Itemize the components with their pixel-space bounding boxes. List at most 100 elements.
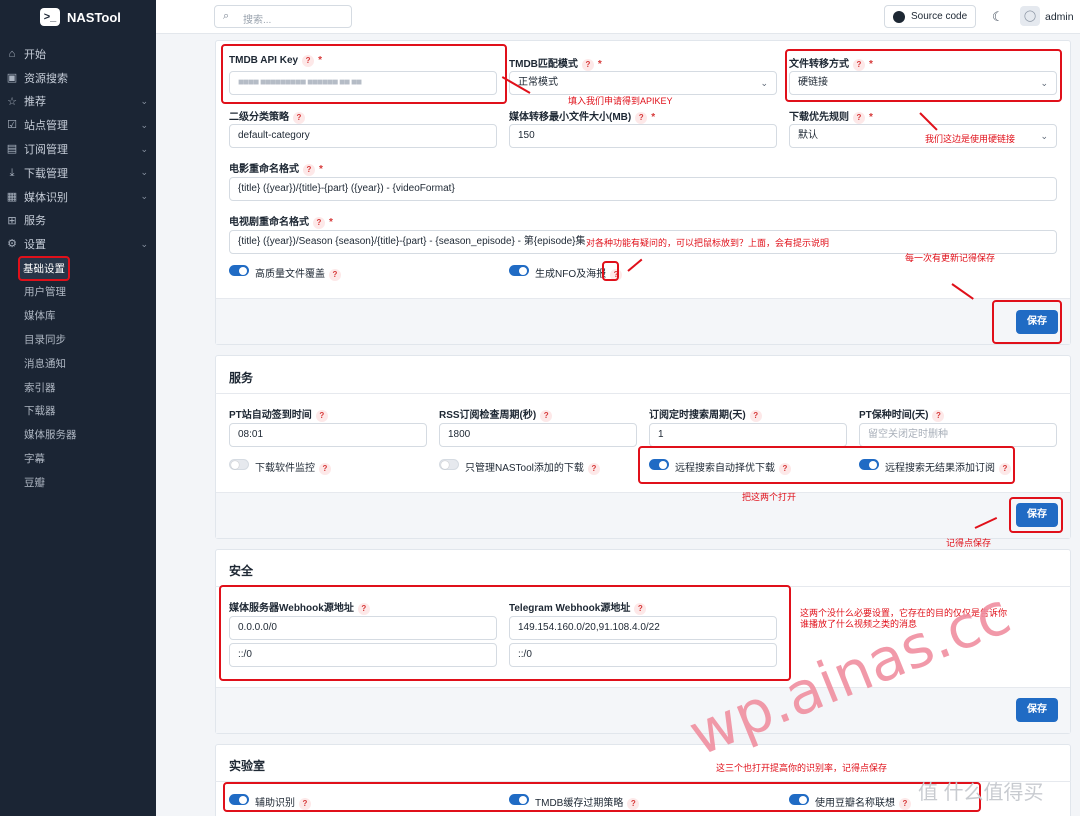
search-input[interactable]: ⌕ 搜索...: [214, 5, 352, 28]
help-icon: ?: [635, 112, 648, 124]
dl-monitor-toggle[interactable]: [229, 459, 249, 470]
source-code-button[interactable]: Source code: [884, 5, 976, 28]
sidebar-item-6[interactable]: ▦ 媒体识别 ⌄: [0, 185, 156, 209]
logo-icon: >_: [40, 8, 60, 26]
movie-rename-label: 电影重命名格式? *: [229, 164, 323, 176]
app-name: NASTool: [67, 9, 121, 25]
sidebar-item-label: 推荐: [24, 96, 46, 109]
annotation-note: 每一次有更新记得保存: [905, 253, 996, 263]
help-icon: ?: [749, 410, 762, 422]
sidebar-item-7[interactable]: ⊞ 服务: [0, 209, 156, 233]
search-placeholder: 搜索...: [243, 15, 272, 26]
service-footer: [216, 492, 1070, 538]
sidebar-subitem-label: 媒体库: [24, 310, 56, 323]
hq-overwrite-label: 高质量文件覆盖?: [255, 265, 341, 281]
film-icon: ▦: [6, 190, 18, 203]
sidebar-subitem-4[interactable]: 消息通知: [0, 351, 156, 375]
save-button[interactable]: 保存: [1016, 698, 1058, 722]
sidebar-subitem-6[interactable]: 下载器: [0, 399, 156, 423]
dl-monitor-label: 下载软件监控?: [255, 459, 331, 475]
sidebar-item-5[interactable]: ⤓ 下载管理 ⌄: [0, 161, 156, 185]
topbar: ⌕ 搜索... Source code ☾ ◯ admin: [156, 0, 1080, 34]
sidebar-subitem-label: 下载器: [24, 405, 56, 418]
sidebar-item-8[interactable]: ⚙ 设置 ⌄: [0, 232, 156, 256]
help-icon: ?: [319, 463, 331, 475]
avatar[interactable]: ◯: [1020, 6, 1040, 26]
sidebar-subitem-3[interactable]: 目录同步: [0, 328, 156, 352]
help-icon: ?: [293, 112, 305, 124]
sidebar-item-label: 媒体识别: [24, 191, 68, 204]
search-icon: ⌕: [223, 10, 230, 22]
min-size-label: 媒体转移最小文件大小(MB)? *: [509, 112, 656, 124]
annotation-box: [1009, 497, 1063, 533]
service-title: 服务: [229, 371, 254, 385]
min-size-input[interactable]: 150: [509, 124, 777, 148]
annotation-box: [638, 446, 1015, 484]
sidebar-subitem-label: 目录同步: [24, 333, 66, 346]
dl-priority-label: 下载优先规则? *: [789, 112, 873, 124]
sidebar-subitem-label: 基础设置: [18, 255, 70, 281]
category-input[interactable]: default-category: [229, 124, 497, 148]
sidebar-item-label: 设置: [24, 239, 46, 252]
sidebar-nav: ⌂ 开始 ▣ 资源搜索 ☆ 推荐 ⌄ ☑ 站点管理 ⌄ ▤ 订阅管理 ⌄ ⤓ 下载管理 ⌄ ▦ 媒体识别 ⌄ ⊞ 服务 ⚙…: [0, 42, 156, 494]
sidebar-item-1[interactable]: ▣ 资源搜索: [0, 66, 156, 90]
sub-search-label: 订阅定时搜索周期(天)?: [649, 406, 762, 422]
help-icon: ?: [587, 463, 600, 475]
security-footer: [216, 687, 1070, 733]
pt-sign-input[interactable]: 08:01: [229, 423, 427, 447]
chevron-down-icon: ⌄: [140, 95, 148, 106]
sidebar-item-label: 服务: [24, 215, 46, 228]
help-icon: ?: [329, 269, 341, 281]
help-icon: ?: [932, 410, 945, 422]
user-name[interactable]: admin: [1045, 11, 1074, 23]
sidebar-subitem-9[interactable]: 豆瓣: [0, 470, 156, 494]
sidebar-subitem-5[interactable]: 索引器: [0, 375, 156, 399]
sidebar-item-label: 资源搜索: [24, 72, 68, 85]
hq-overwrite-toggle[interactable]: [229, 265, 249, 276]
divider: [215, 393, 1071, 394]
sidebar-subitem-8[interactable]: 字幕: [0, 447, 156, 471]
pt-sign-label: PT站自动签到时间?: [229, 406, 328, 422]
dark-mode-icon[interactable]: ☾: [992, 9, 1004, 25]
rss-label: RSS订阅检查周期(秒)?: [439, 406, 553, 422]
sidebar-item-label: 开始: [24, 48, 46, 61]
help-icon: ?: [315, 410, 328, 422]
chevron-down-icon: ⌄: [1040, 131, 1048, 141]
sidebar-item-3[interactable]: ☑ 站点管理 ⌄: [0, 113, 156, 137]
sidebar-subitem-1[interactable]: 用户管理: [0, 280, 156, 304]
sidebar-subitem-2[interactable]: 媒体库: [0, 304, 156, 328]
basic-settings-footer: [216, 298, 1070, 344]
sidebar-item-4[interactable]: ▤ 订阅管理 ⌄: [0, 137, 156, 161]
pt-seed-input[interactable]: 留空关闭定时删种: [859, 423, 1057, 447]
gear-icon: ⚙: [7, 238, 17, 251]
chevron-down-icon: ⌄: [140, 191, 148, 202]
source-code-label: Source code: [911, 11, 968, 22]
sidebar-subitem-7[interactable]: 媒体服务器: [0, 423, 156, 447]
only-nastool-toggle[interactable]: [439, 459, 459, 470]
chevron-down-icon: ⌄: [140, 167, 148, 178]
help-icon: ?: [581, 59, 594, 71]
site-mark: 值 什么值得买: [918, 782, 1044, 804]
tmdb-mode-select[interactable]: 正常模式 ⌄: [509, 71, 777, 95]
sidebar: >_ NASTool ⌂ 开始 ▣ 资源搜索 ☆ 推荐 ⌄ ☑ 站点管理 ⌄ ▤ 订阅管理 ⌄ ⤓ 下载管理…: [0, 0, 156, 816]
sidebar-subitem-0[interactable]: 基础设置: [0, 255, 156, 281]
annotation-note: 记得点保存: [946, 538, 992, 548]
app-logo[interactable]: >_ NASTool: [0, 0, 156, 34]
annotation-note: 把这两个打开: [742, 492, 797, 502]
star-icon: ☆: [7, 95, 17, 108]
category-label: 二级分类策略?: [229, 108, 305, 124]
sidebar-subitem-label: 豆瓣: [24, 476, 45, 489]
github-icon: [893, 10, 905, 23]
calendar-icon: ▤: [6, 143, 18, 156]
rss-input[interactable]: 1800: [439, 423, 637, 447]
gen-nfo-toggle[interactable]: [509, 265, 529, 276]
sub-search-input[interactable]: 1: [649, 423, 847, 447]
sidebar-item-2[interactable]: ☆ 推荐 ⌄: [0, 90, 156, 114]
sidebar-item-0[interactable]: ⌂ 开始: [0, 42, 156, 66]
apps-icon: ⊞: [7, 214, 17, 227]
sidebar-subitem-label: 媒体服务器: [24, 429, 77, 442]
annotation-note: 这三个也打开提高你的识别率，记得点保存: [716, 763, 888, 773]
movie-rename-input[interactable]: {title} ({year})/{title}-{part} ({year})…: [229, 177, 1057, 201]
sidebar-item-label: 站点管理: [24, 120, 68, 133]
dl-priority-select[interactable]: 默认 ⌄: [789, 124, 1057, 148]
